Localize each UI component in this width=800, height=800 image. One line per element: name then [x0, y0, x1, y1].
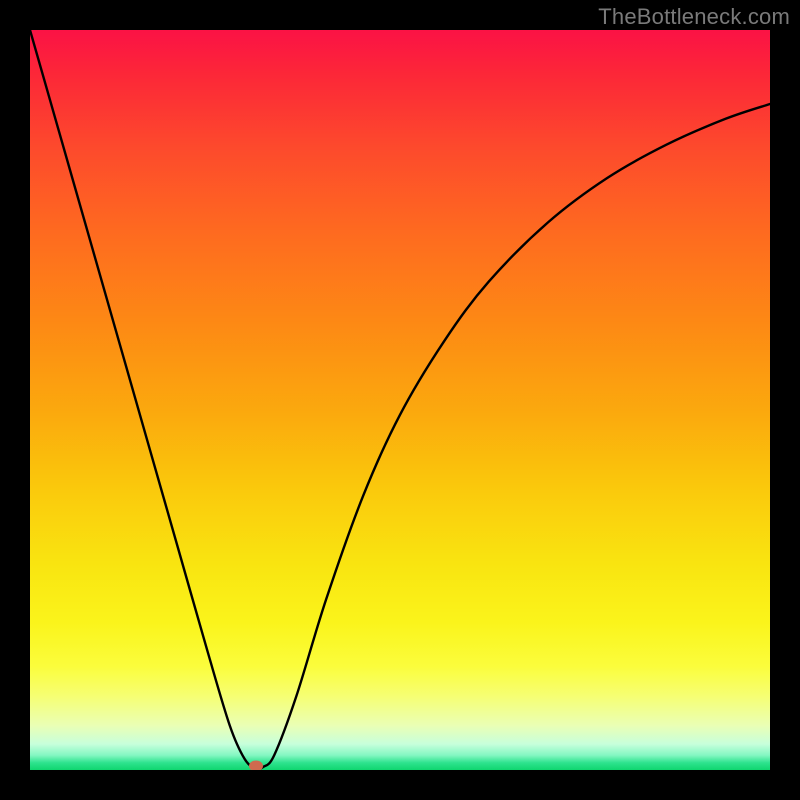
watermark-text: TheBottleneck.com: [598, 4, 790, 30]
bottleneck-curve: [30, 30, 770, 770]
plot-area: [30, 30, 770, 770]
bottleneck-marker: [249, 761, 263, 770]
chart-frame: TheBottleneck.com: [0, 0, 800, 800]
